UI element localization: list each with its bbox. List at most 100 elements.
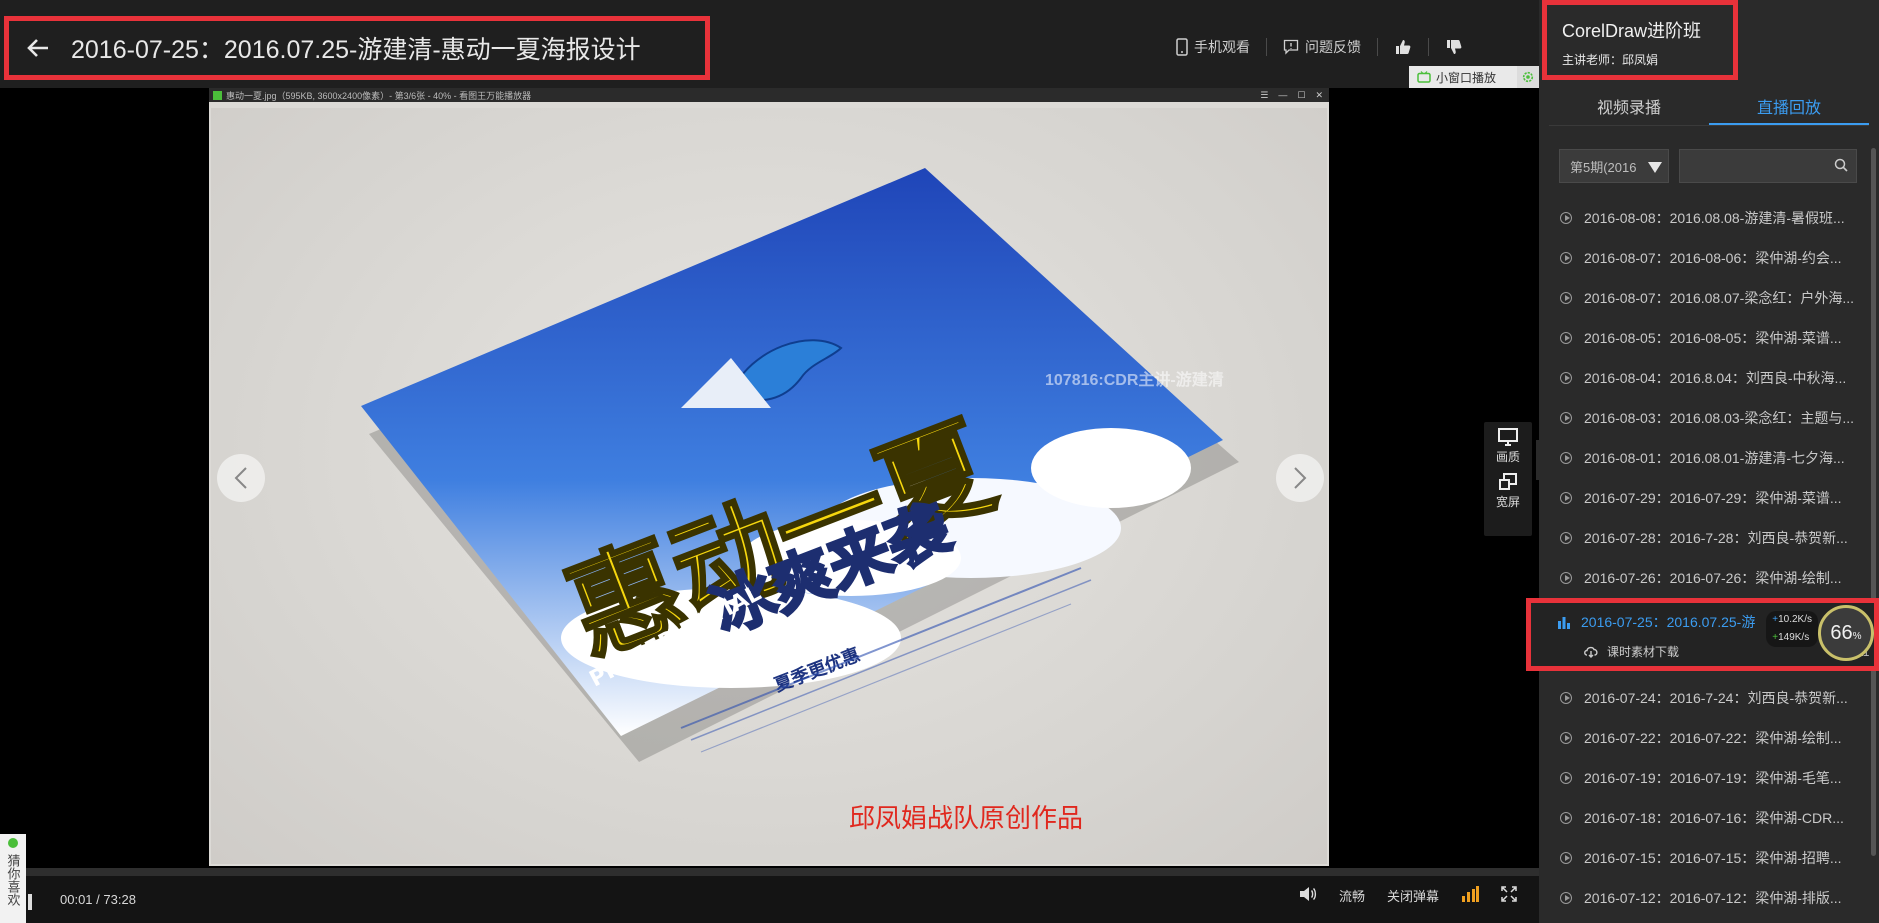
list-item[interactable]: 2016-08-05：2016-08-05：梁仲湖-菜谱... xyxy=(1539,318,1869,358)
quality-label: 画质 xyxy=(1495,450,1520,464)
search-input[interactable] xyxy=(1680,150,1830,182)
list-item-label: 2016-07-29：2016-07-29：梁仲湖-菜谱... xyxy=(1584,490,1842,506)
download-speed-unit: K/s xyxy=(1794,632,1810,643)
play-circle-icon xyxy=(1560,892,1572,904)
list-item[interactable]: 2016-08-03：2016.08.03-梁念红：主题与... xyxy=(1539,398,1869,438)
list-item-label: 2016-08-04：2016.8.04：刘西良-中秋海... xyxy=(1584,370,1847,386)
list-item[interactable]: 2016-07-29：2016-07-29：梁仲湖-菜谱... xyxy=(1539,478,1869,518)
total-time: 73:28 xyxy=(103,892,136,907)
list-item[interactable]: 2016-07-26：2016-07-26：梁仲湖-绘制... xyxy=(1539,558,1869,598)
list-item[interactable]: 2016-07-12：2016-07-12：梁仲湖-排版... xyxy=(1539,878,1869,918)
list-item-label: 2016-08-05：2016-08-05：梁仲湖-菜谱... xyxy=(1584,330,1842,346)
phone-icon xyxy=(1176,38,1188,56)
bar-chart-icon xyxy=(1558,616,1570,629)
period-select-value: 第5期(2016 xyxy=(1570,159,1637,175)
danmaku-toggle[interactable]: 关闭弹幕 xyxy=(1387,886,1439,905)
mobile-watch-button[interactable]: 手机观看 xyxy=(1160,34,1266,60)
top-bar: 2016-07-25：2016.07.25-游建清-惠动一夏海报设计 手机观看 … xyxy=(0,0,1539,88)
dislike-button[interactable] xyxy=(1429,34,1479,60)
play-circle-icon xyxy=(1560,492,1572,504)
widescreen-button[interactable]: 宽屏 xyxy=(1496,473,1520,510)
list-item[interactable]: 2016-07-28：2016-7-28：刘西良-恭贺新... xyxy=(1539,518,1869,558)
list-item-label: 2016-08-07：2016-08-06：梁仲湖-约会... xyxy=(1584,250,1842,266)
tab-live-replay[interactable]: 直播回放 xyxy=(1709,90,1869,125)
guess-you-like-tab[interactable]: 猜你喜欢 xyxy=(0,834,26,923)
menu-icon: ☰ xyxy=(1260,89,1269,100)
play-circle-icon xyxy=(1560,812,1572,824)
fluency-button[interactable]: 流畅 xyxy=(1339,886,1365,905)
list-item[interactable]: 2016-08-07：2016.08.07-梁念红：户外海... xyxy=(1539,278,1869,318)
list-item[interactable]: 2016-08-07：2016-08-06：梁仲湖-约会... xyxy=(1539,238,1869,278)
thumbs-up-icon xyxy=(1396,40,1411,54)
fullscreen-icon[interactable] xyxy=(1501,886,1517,905)
volume-icon[interactable] xyxy=(1299,886,1317,905)
previous-slide-button[interactable] xyxy=(217,454,265,502)
play-circle-icon xyxy=(1560,252,1572,264)
list-scrollbar[interactable] xyxy=(1871,148,1876,856)
caret-down-icon xyxy=(1648,162,1662,173)
list-item[interactable]: 2016-08-08：2016.08.08-游建清-暑假班... xyxy=(1539,198,1869,238)
list-item-label: 2016-08-08：2016.08.08-游建清-暑假班... xyxy=(1584,210,1845,226)
play-circle-icon xyxy=(1560,572,1572,584)
list-item[interactable]: 2016-07-18：2016-07-16：梁仲湖-CDR... xyxy=(1539,798,1869,838)
list-item-label: 2016-08-07：2016.08.07-梁念红：户外海... xyxy=(1584,290,1855,306)
feedback-button[interactable]: 问题反馈 xyxy=(1267,34,1377,60)
speed-indicator: +10.2K/s +149K/s xyxy=(1766,611,1818,647)
status-dot xyxy=(8,838,18,848)
mini-window[interactable]: 小窗口播放 xyxy=(1409,69,1517,86)
panel-tabs: 视频录播 直播回放 xyxy=(1549,90,1869,126)
tab-video-recordings[interactable]: 视频录播 xyxy=(1549,90,1709,125)
play-circle-icon xyxy=(1560,692,1572,704)
guess-label: 猜你喜欢 xyxy=(5,854,21,906)
credit-text: 邱凤娟战队原创作品 xyxy=(849,804,1084,834)
active-list-item[interactable]: 2016-07-25：2016.07.25-游 课时素材下载 11 +10.2K… xyxy=(1526,598,1879,671)
usage-gauge[interactable]: 66% xyxy=(1818,605,1874,661)
like-button[interactable] xyxy=(1378,34,1428,60)
upload-speed: +10.2K/s xyxy=(1772,611,1812,629)
list-item[interactable]: 2016-07-24：2016-7-24：刘西良-恭贺新... xyxy=(1539,678,1869,718)
play-circle-icon xyxy=(1560,212,1572,224)
period-select[interactable]: 第5期(2016 xyxy=(1559,149,1669,183)
mini-window-button[interactable]: 小窗口播放 xyxy=(1409,66,1539,88)
settings-gear-icon[interactable] xyxy=(1517,66,1539,88)
list-item[interactable]: 2016-07-19：2016-07-19：梁仲湖-毛笔... xyxy=(1539,758,1869,798)
minimize-icon: — xyxy=(1278,89,1288,100)
list-item-label: 2016-07-28：2016-7-28：刘西良-恭贺新... xyxy=(1584,530,1848,546)
list-item[interactable]: 2016-08-04：2016.8.04：刘西良-中秋海... xyxy=(1539,358,1869,398)
player-controls: 00:01 / 73:28 流畅 关闭弹幕 xyxy=(0,868,1539,923)
play-pause-button[interactable] xyxy=(28,894,32,910)
slide-canvas: 惠动一夏 冰爽来袭 PREFER ENTIAL 夏季更优惠 107816:CDR… xyxy=(211,108,1327,864)
progress-bar[interactable] xyxy=(0,868,1539,876)
list-item[interactable]: 2016-08-01：2016.08.01-游建清-七夕海... xyxy=(1539,438,1869,478)
search-box xyxy=(1679,149,1857,183)
quality-button[interactable]: 画质 xyxy=(1496,428,1520,465)
viewer-app-icon xyxy=(213,90,222,100)
viewer-window-controls: ☰ — ☐ ✕ xyxy=(1260,90,1329,101)
monitor-icon xyxy=(1497,428,1518,446)
play-circle-icon xyxy=(1560,532,1572,544)
list-item-label: 2016-07-22：2016-07-22：梁仲湖-绘制... xyxy=(1584,730,1842,746)
top-actions: 手机观看 问题反馈 xyxy=(1160,34,1479,60)
time-display: 00:01 / 73:28 xyxy=(60,892,136,907)
filter-row: 第5期(2016 xyxy=(1559,149,1857,183)
viewer-titlebar: 惠动一夏.jpg（595KB, 3600x2400像素）- 第3/6张 - 40… xyxy=(209,88,1329,102)
search-icon[interactable] xyxy=(1834,158,1848,177)
controls-right: 流畅 关闭弹幕 xyxy=(1299,886,1517,905)
list-item-label: 2016-08-03：2016.08.03-梁念红：主题与... xyxy=(1584,410,1855,426)
chevron-right-icon xyxy=(1294,467,1307,489)
next-slide-button[interactable] xyxy=(1276,454,1324,502)
signal-icon[interactable] xyxy=(1461,886,1479,905)
back-arrow-icon[interactable] xyxy=(23,33,53,63)
video-player[interactable]: 惠动一夏.jpg（595KB, 3600x2400像素）- 第3/6张 - 40… xyxy=(0,88,1554,868)
course-teacher: 主讲老师：邱凤娟 xyxy=(1562,53,1659,67)
list-item[interactable]: 2016-07-15：2016-07-15：梁仲湖-招聘... xyxy=(1539,838,1869,878)
viewer-title: 惠动一夏.jpg（595KB, 3600x2400像素）- 第3/6张 - 40… xyxy=(226,90,532,101)
current-time: 00:01 xyxy=(60,892,93,907)
image-viewer-window: 惠动一夏.jpg（595KB, 3600x2400像素）- 第3/6张 - 40… xyxy=(209,88,1329,866)
widescreen-icon xyxy=(1498,473,1517,490)
poster-image: 惠动一夏 冰爽来袭 PREFER ENTIAL 夏季更优惠 xyxy=(361,168,1239,762)
list-item[interactable]: 2016-07-22：2016-07-22：梁仲湖-绘制... xyxy=(1539,718,1869,758)
time-separator: / xyxy=(96,892,100,907)
download-label: 课时素材下载 xyxy=(1607,645,1680,659)
side-tools: 画质 宽屏 xyxy=(1484,422,1532,536)
